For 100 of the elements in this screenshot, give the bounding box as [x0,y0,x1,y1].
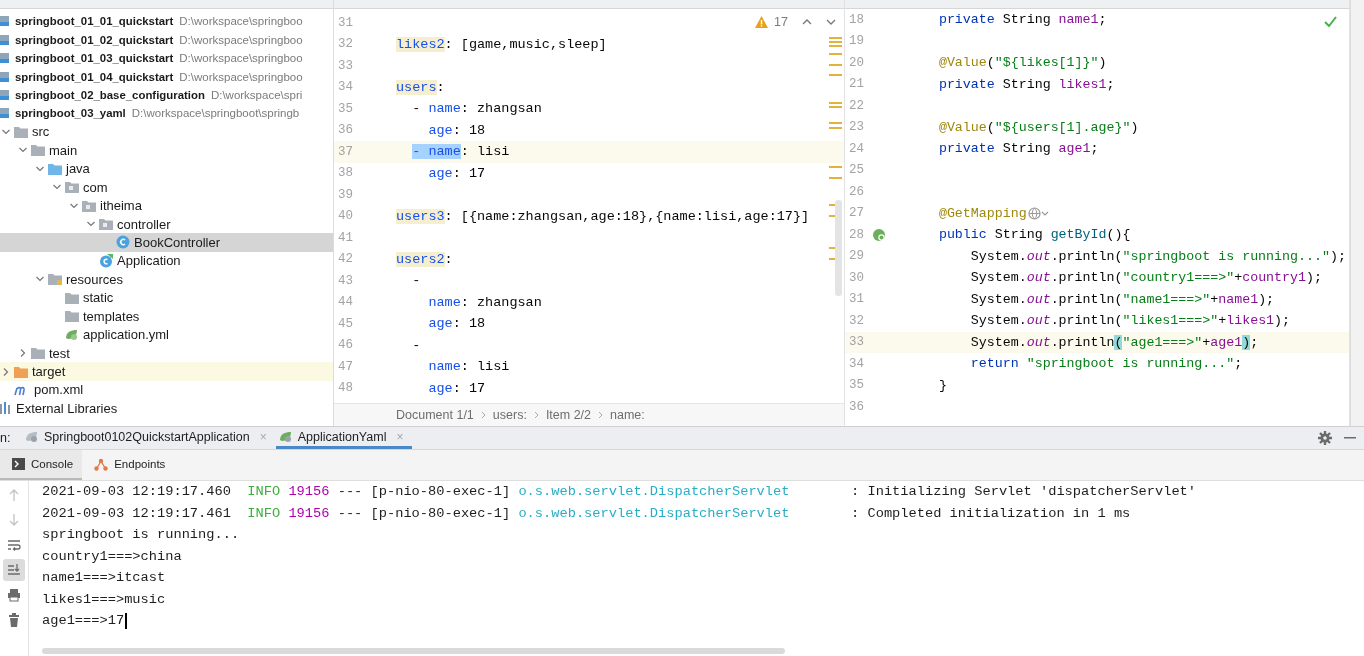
breadcrumb-item[interactable]: users: [492,408,527,422]
code-line: return "springboot is running..."; [970,355,1243,373]
code-line: age: 18 [428,121,486,140]
console-line: age1===>17 [42,612,125,630]
code-line: System.out.println("country1===>"+country1); [970,269,1322,287]
breadcrumb-item[interactable]: Document 1/1 [396,408,474,422]
line-number: 23 [849,120,864,135]
code-line: name: zhangsan [428,293,542,312]
minimize-icon[interactable] [1344,436,1356,440]
console-tab[interactable]: Endpoints [82,450,175,480]
tree-item[interactable]: springboot_01_01_quickstart D:\workspace\springboo [0,12,333,31]
tree-item[interactable]: Application [0,251,333,271]
console-line: 2021-09-03 12:19:17.461 INFO 19156 --- [p-nio-80-exec-1] o.s.web.servlet.DispatcherServlet : Completed initialization in 1 ms [42,504,1131,523]
leaf-icon [25,430,39,443]
tree-item[interactable]: test [0,343,333,363]
code-line: users: [396,78,445,97]
line-number: 44 [338,295,353,310]
tree-item[interactable]: application.yml [0,325,333,344]
console-tab[interactable]: Console [0,450,83,480]
tree-item[interactable]: com [0,177,333,197]
console-line: name1===>itcast [42,569,166,587]
folder-icon [65,310,79,323]
scrollbar[interactable] [42,648,785,654]
line-number: 45 [338,316,353,331]
tree-item[interactable]: springboot_01_03_quickstart D:\workspace\springboo [0,48,333,68]
console-line: likes1===>music [42,590,166,609]
chevron-icon[interactable] [1,366,11,377]
tree-item[interactable]: External Libraries [0,399,333,418]
bean-icon[interactable] [872,227,886,242]
tree-item[interactable]: BookController [0,233,333,252]
tree-item[interactable]: pom.xml [0,380,333,400]
line-number: 43 [338,273,353,288]
code-line: @GetMapping [938,204,1027,223]
tree-item[interactable]: templates [0,307,333,326]
project-path: D:\workspace\springboot\springb [131,107,300,120]
scrollbar[interactable] [835,200,842,296]
chevron-down-icon[interactable] [826,18,836,26]
line-number: 36 [338,123,353,138]
globe-icon[interactable] [1027,206,1050,220]
tree-item[interactable]: itheima [0,196,333,215]
leaf-icon [278,430,293,443]
tree-item[interactable]: springboot_03_yaml D:\workspace\springboot\springb [0,104,333,123]
folder-icon [48,162,62,175]
line-number: 35 [849,378,864,393]
line-number: 25 [849,163,864,178]
tree-item[interactable]: springboot_02_base_configuration D:\workspace\spri [0,85,333,105]
line-number: 33 [849,335,864,350]
run-tab[interactable]: Springboot0102QuickstartApplication × [22,427,276,449]
tree-item[interactable]: controller [0,214,333,234]
breadcrumb-item[interactable]: Item 2/2 [545,408,592,422]
code-line: age: 17 [428,379,486,398]
tree-item[interactable]: src [0,122,333,142]
line-number: 32 [338,37,353,52]
package-icon [82,199,96,212]
code-line: private String name1; [938,11,1107,29]
chevron-icon[interactable] [18,348,28,359]
tree-item[interactable]: springboot_01_04_quickstart D:\workspace\springboo [0,67,333,86]
code-line: } [938,376,947,395]
code-line: System.out.println("age1===>"+age1); [970,333,1259,352]
down-arrow-icon [7,512,21,527]
console-line: 2021-09-03 12:19:17.460 INFO 19156 --- [p-nio-80-exec-1] o.s.web.servlet.DispatcherServlet : Initializing Servlet 'dispatcherServlet' [42,483,1197,501]
code-line: age: 17 [428,164,486,183]
folder-icon [14,365,28,378]
breadcrumb-item[interactable]: name: [610,408,645,422]
line-number: 35 [338,101,353,116]
chevron-up-icon[interactable] [802,18,812,26]
class-icon [116,235,130,250]
folder-icon [65,291,79,304]
line-number: 32 [849,313,864,328]
code-line: @Value("${likes[1]}") [938,54,1107,72]
line-number: 31 [849,292,864,307]
tree-item[interactable]: springboot_01_02_quickstart D:\workspace\springboo [0,30,333,49]
line-number: 26 [849,184,864,199]
line-number: 19 [849,34,864,49]
code-line: - [412,272,421,290]
warning-count[interactable]: 17 [774,15,788,29]
line-number: 33 [338,58,353,73]
up-arrow-icon [7,487,21,502]
trash-icon [7,612,21,627]
folder-icon [48,273,62,286]
line-number: 34 [849,356,864,371]
module-icon [0,70,10,83]
tree-item[interactable]: resources [0,270,333,289]
code-line: private String likes1; [938,75,1115,94]
project-path: D:\workspace\springboo [179,15,303,28]
warning-icon [755,16,769,28]
code-line: age: 18 [428,315,486,333]
settings-icon[interactable] [1318,431,1332,445]
tree-item[interactable]: java [0,159,333,178]
check-icon[interactable] [1324,16,1337,27]
tree-item[interactable]: main [0,141,333,160]
project-path: D:\workspace\spri [210,88,303,101]
run-label: n: [0,431,12,445]
line-number: 20 [849,55,864,70]
tree-item[interactable]: static [0,288,333,307]
code-line: likes2: [game,music,sleep] [396,35,607,54]
tree-item[interactable]: target [0,362,333,381]
code-line: System.out.println("likes1===>"+likes1); [970,312,1291,330]
module-icon [0,52,10,65]
toolbar-button[interactable] [3,558,25,581]
